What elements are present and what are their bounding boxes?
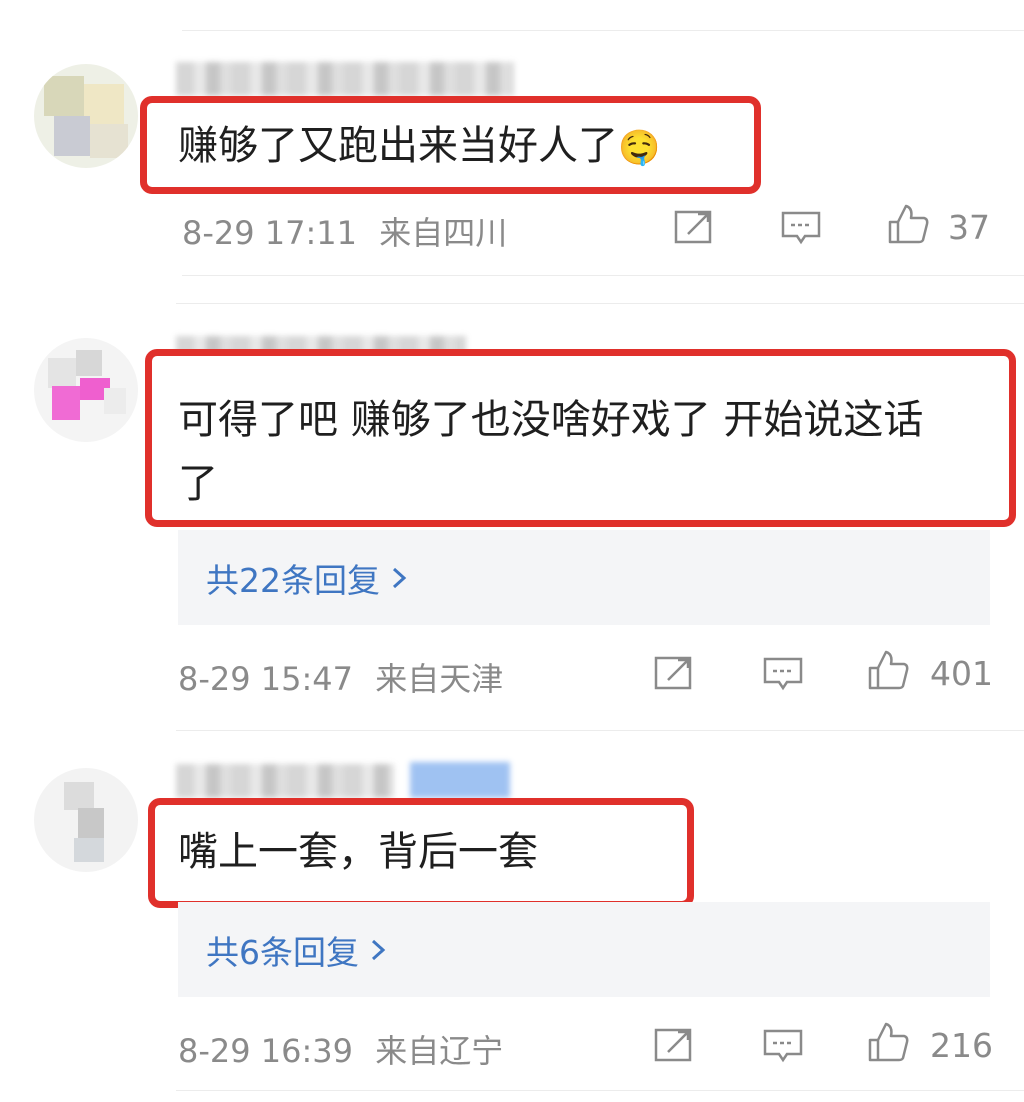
thumbs-up-icon[interactable] [866,648,910,692]
thumbs-up-icon[interactable] [866,1020,910,1064]
comment-icon[interactable] [762,656,804,692]
username-blurred[interactable] [176,764,394,798]
comment-time: 8-29 17:11 [182,214,358,252]
avatar[interactable] [34,64,138,168]
comment-text: 赚够了又跑出来当好人了🤤 [178,123,661,169]
comment-divider [176,730,1024,731]
comment-divider [182,275,1024,276]
drooling-emoji: 🤤 [618,128,661,168]
comment-icon[interactable] [780,210,822,246]
comment-time: 8-29 16:39 [178,1032,354,1070]
share-icon[interactable] [654,654,694,690]
comment-meta: 8-29 16:39 来自辽宁 [178,1026,503,1072]
comment-text: 可得了吧 赚够了也没啥好戏了 开始说这话 了 [178,397,924,507]
comment-divider [176,303,1024,304]
comment-location: 来自天津 [375,660,504,698]
view-replies-link[interactable]: 共22条回复 [206,554,408,602]
comment-meta: 8-29 17:11 来自四川 [182,208,507,254]
share-icon[interactable] [674,208,714,244]
avatar[interactable] [34,768,138,872]
thumbs-up-icon[interactable] [886,202,930,246]
vip-badge-blurred [410,762,510,798]
top-divider [182,30,1024,31]
comment-meta: 8-29 15:47 来自天津 [178,654,503,700]
avatar[interactable] [34,338,138,442]
bottom-divider [176,1090,1024,1091]
chevron-right-icon [371,939,386,961]
share-icon[interactable] [654,1026,694,1062]
like-count: 37 [948,208,990,247]
chevron-right-icon [392,567,407,589]
username-blurred[interactable] [176,62,514,96]
comment-icon[interactable] [762,1028,804,1064]
view-replies-link[interactable]: 共6条回复 [206,926,387,974]
reply-box: 共22条回复 [178,530,990,625]
comment-time: 8-29 15:47 [178,660,354,698]
like-count: 216 [930,1026,993,1065]
comment-location: 来自四川 [379,214,508,252]
comment-text: 嘴上一套，背后一套 [178,829,538,875]
reply-box: 共6条回复 [178,902,990,997]
comment-location: 来自辽宁 [375,1032,504,1070]
like-count: 401 [930,654,993,693]
